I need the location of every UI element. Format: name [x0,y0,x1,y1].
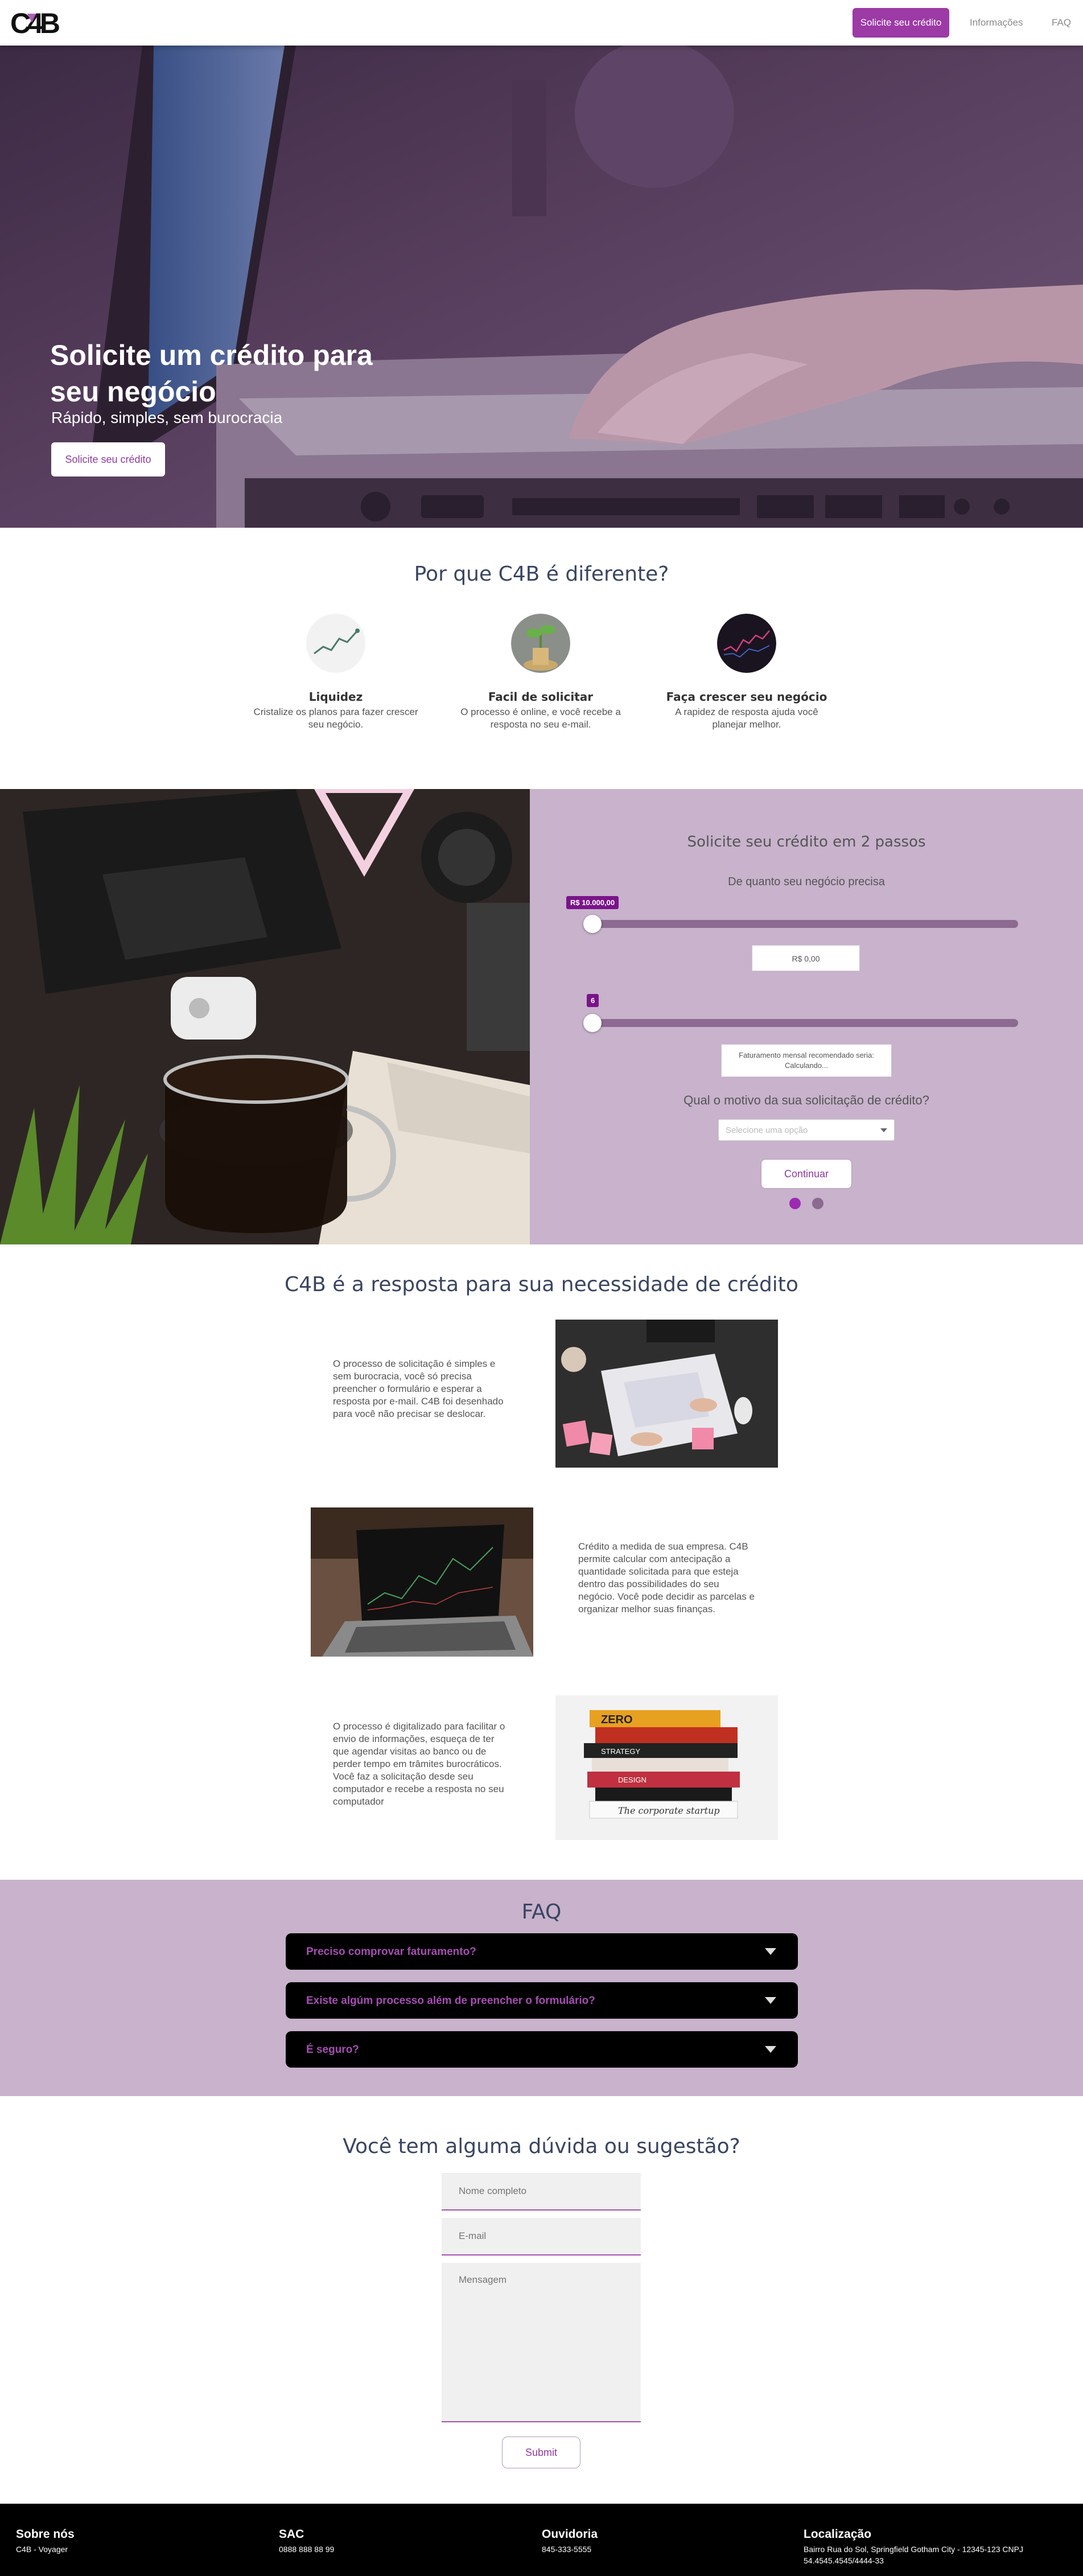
desk-coffee-image [0,789,530,1244]
footer-about-text: C4B - Voyager [16,2545,68,2554]
faq-question: É seguro? [306,2044,359,2056]
credit-steps-form: Solicite seu crédito em 2 passos De quan… [530,789,1083,1244]
faq-item-revenue[interactable]: Preciso comprovar faturamento? [286,1933,798,1970]
continue-button[interactable]: Continuar [761,1159,852,1189]
submit-button[interactable]: Submit [502,2437,580,2468]
nav-link-faq[interactable]: FAQ [1052,17,1071,28]
footer: Sobre nós C4B - Voyager SAC 0888 888 88 … [0,2504,1083,2576]
revenue-value: Calculando... [785,1061,828,1070]
amount-slider-tag: R$ 10.000,00 [566,896,619,909]
feature-grow: Faça crescer seu negócio A rapidez de re… [644,614,849,731]
amount-value-field[interactable]: R$ 0,00 [752,945,860,971]
feature-text: Cristalize os planos para fazer crescer … [253,706,418,730]
chevron-down-icon [765,2046,776,2053]
feature-text: O processo é online, e você recebe a res… [460,706,621,730]
feature-title: Faça crescer seu negócio [666,690,827,704]
revenue-label: Faturamento mensal recomendado seria: [739,1051,874,1059]
footer-about: Sobre nós C4B - Voyager [16,2528,255,2555]
hero-request-credit-button[interactable]: Solicite seu crédito [51,442,165,476]
footer-about-title: Sobre nós [16,2528,75,2541]
trading-screen-icon [717,614,776,673]
steps-title: Solicite seu crédito em 2 passos [687,833,926,851]
chevron-down-icon [765,1948,776,1955]
answer-text-1: O processo de solicitação é simples e se… [333,1358,504,1419]
footer-location-text: Bairro Rua do Sol, Springfield Gotham Ci… [804,2545,1023,2565]
feature-easy: Facil de solicitar O processo é online, … [438,614,643,731]
liquidity-chart-icon [306,614,365,673]
amount-slider-track[interactable] [587,920,1018,928]
faq-question: Preciso comprovar faturamento? [306,1946,476,1958]
feature-liquidity: Liquidez Cristalize os planos para fazer… [233,614,438,731]
installments-slider-thumb[interactable] [583,1014,602,1032]
chevron-down-icon [880,1128,887,1132]
reason-select-placeholder: Selecione uma opção [726,1125,808,1135]
faq-question: Existe algúm processo além de preencher … [306,1995,595,2007]
message-textarea[interactable] [442,2263,641,2422]
logo-text: C4B [10,7,59,39]
trading-laptop-image [311,1507,533,1657]
nav-request-credit-button[interactable]: Solicite seu crédito [853,8,949,38]
revenue-estimate-box: Faturamento mensal recomendado seria: Ca… [721,1044,892,1077]
faq-title: FAQ [521,1900,562,1924]
book-title-zero: ZERO [601,1714,633,1726]
email-input[interactable] [442,2218,641,2255]
c4b-logo[interactable]: C4B [9,6,64,39]
chevron-down-icon [765,1997,776,2004]
name-input[interactable] [442,2173,641,2211]
amount-slider-thumb[interactable] [583,915,602,933]
answer-text-2: Crédito a medida de sua empresa. C4B per… [578,1541,755,1614]
book-title-design: DESIGN [618,1776,646,1784]
faq-item-process[interactable]: Existe algúm processo além de preencher … [286,1982,798,2019]
books-stack-image: ZERO STRATEGY DESIGN The corporate start… [555,1695,778,1840]
feature-title: Facil de solicitar [488,690,594,704]
answer-title: C4B é a resposta para sua necessidade de… [285,1273,798,1296]
footer-location: Localização Bairro Rua do Sol, Springfie… [804,2528,1054,2566]
contact-title: Você tem alguma dúvida ou sugestão? [343,2135,740,2158]
step-dot-2[interactable] [812,1198,823,1209]
step-dot-1-active[interactable] [789,1198,801,1209]
reason-question: Qual o motivo da sua solicitação de créd… [683,1093,929,1107]
installments-slider-track[interactable] [587,1019,1018,1027]
reason-select[interactable]: Selecione uma opção [718,1119,895,1141]
faq-item-security[interactable]: É seguro? [286,2031,798,2068]
why-title: Por que C4B é diferente? [414,562,669,586]
hero-subtitle: Rápido, simples, sem burocracia [51,409,283,426]
footer-ouvidoria-text: 845-333-5555 [542,2545,592,2554]
footer-ouvidoria-title: Ouvidoria [542,2528,598,2541]
hero-title: Solicite um crédito para seu negócio [50,339,373,408]
feature-text: A rapidez de resposta ajuda você planeja… [675,706,818,730]
footer-sac: SAC 0888 888 88 99 [279,2528,518,2555]
office-desk-image [555,1320,778,1468]
footer-location-title: Localização [804,2528,872,2541]
navbar: C4B Solicite seu crédito Informações FAQ [0,0,1083,46]
footer-ouvidoria: Ouvidoria 845-333-5555 [542,2528,781,2555]
feature-title: Liquidez [308,690,363,704]
book-title-strategy: STRATEGY [601,1747,640,1756]
footer-sac-title: SAC [279,2528,304,2541]
installments-slider-tag: 6 [587,994,599,1007]
amount-question: De quanto seu negócio precisa [728,876,885,888]
nav-link-info[interactable]: Informações [970,17,1023,28]
plant-coins-icon [511,614,570,673]
book-title-corporate-startup: The corporate startup [618,1805,720,1816]
hero-section: Solicite um crédito para seu negócio Ráp… [0,46,1083,528]
faq-section: FAQ Preciso comprovar faturamento? Exist… [0,1880,1083,2096]
answer-text-3: O processo é digitalizado para facilitar… [333,1721,505,1807]
footer-sac-text: 0888 888 88 99 [279,2545,335,2554]
